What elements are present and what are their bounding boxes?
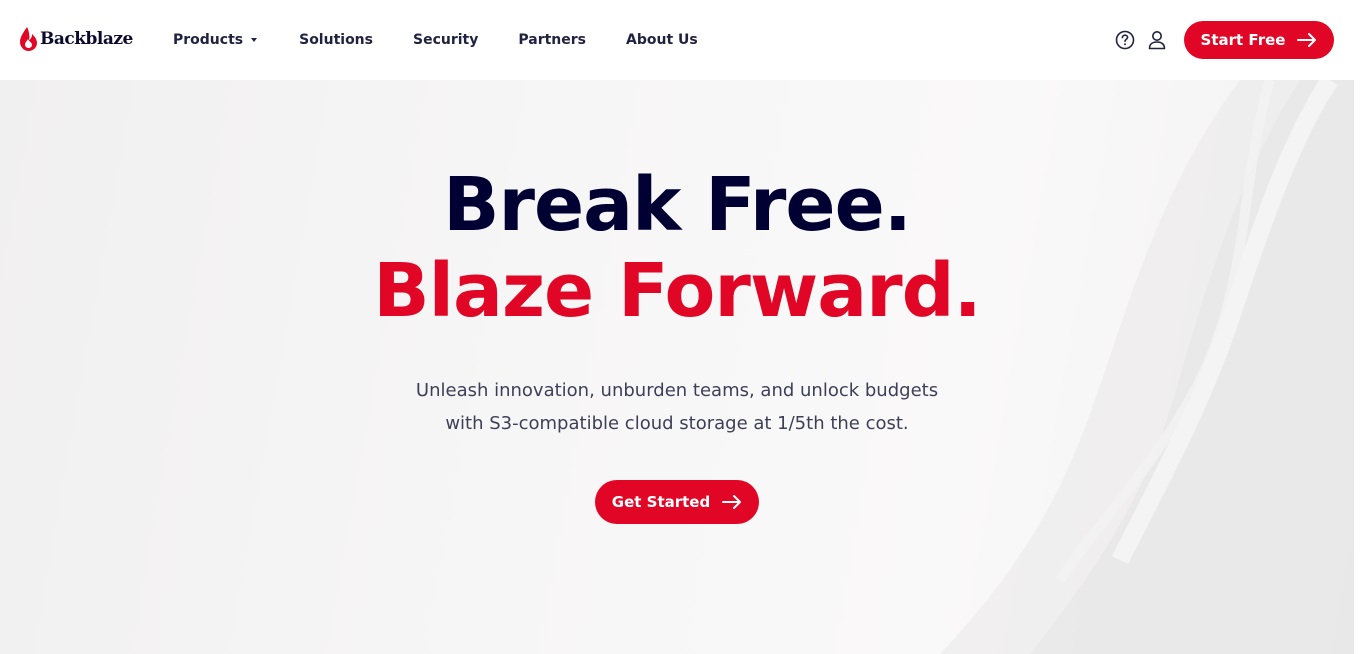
page-scrollbar[interactable] bbox=[1354, 80, 1366, 654]
start-free-label: Start Free bbox=[1200, 31, 1286, 49]
hero-headline-line1: Break Free. bbox=[443, 162, 912, 248]
nav-item-label: About Us bbox=[626, 32, 698, 48]
caret-down-icon bbox=[251, 38, 258, 42]
get-started-label: Get Started bbox=[611, 493, 711, 511]
nav-item-label: Products bbox=[173, 32, 244, 48]
arrow-right-icon bbox=[1297, 33, 1317, 47]
hero-subtext-line2: with S3-compatible cloud storage at 1/5t… bbox=[445, 413, 909, 434]
question-circle-icon[interactable] bbox=[1115, 30, 1135, 50]
hero-section: Break Free. Blaze Forward. Unleash innov… bbox=[0, 80, 1366, 654]
nav-item-partners[interactable]: Partners bbox=[518, 32, 586, 48]
nav-item-label: Partners bbox=[518, 32, 587, 48]
nav-item-products[interactable]: Products bbox=[173, 32, 258, 48]
brand-name: Backblaze bbox=[40, 29, 133, 49]
start-free-button[interactable]: Start Free bbox=[1184, 21, 1334, 59]
arrow-right-icon bbox=[722, 495, 742, 509]
hero-headline-line2: Blaze Forward. bbox=[373, 248, 981, 334]
nav-item-about-us[interactable]: About Us bbox=[626, 32, 698, 48]
nav-item-label: Solutions bbox=[299, 32, 373, 48]
hero-subtext-line1: Unleash innovation, unburden teams, and … bbox=[415, 380, 939, 401]
main-nav: Products Solutions Security Partners Abo… bbox=[173, 0, 738, 80]
flame-icon bbox=[20, 27, 37, 51]
nav-item-security[interactable]: Security bbox=[413, 32, 478, 48]
get-started-button[interactable]: Get Started bbox=[595, 480, 759, 524]
backblaze-logo[interactable]: Backblaze bbox=[20, 27, 133, 51]
site-header: Backblaze Products Solutions Security Pa… bbox=[0, 0, 1366, 80]
user-icon[interactable] bbox=[1148, 30, 1166, 50]
nav-item-label: Security bbox=[413, 32, 479, 48]
nav-item-solutions[interactable]: Solutions bbox=[299, 32, 373, 48]
